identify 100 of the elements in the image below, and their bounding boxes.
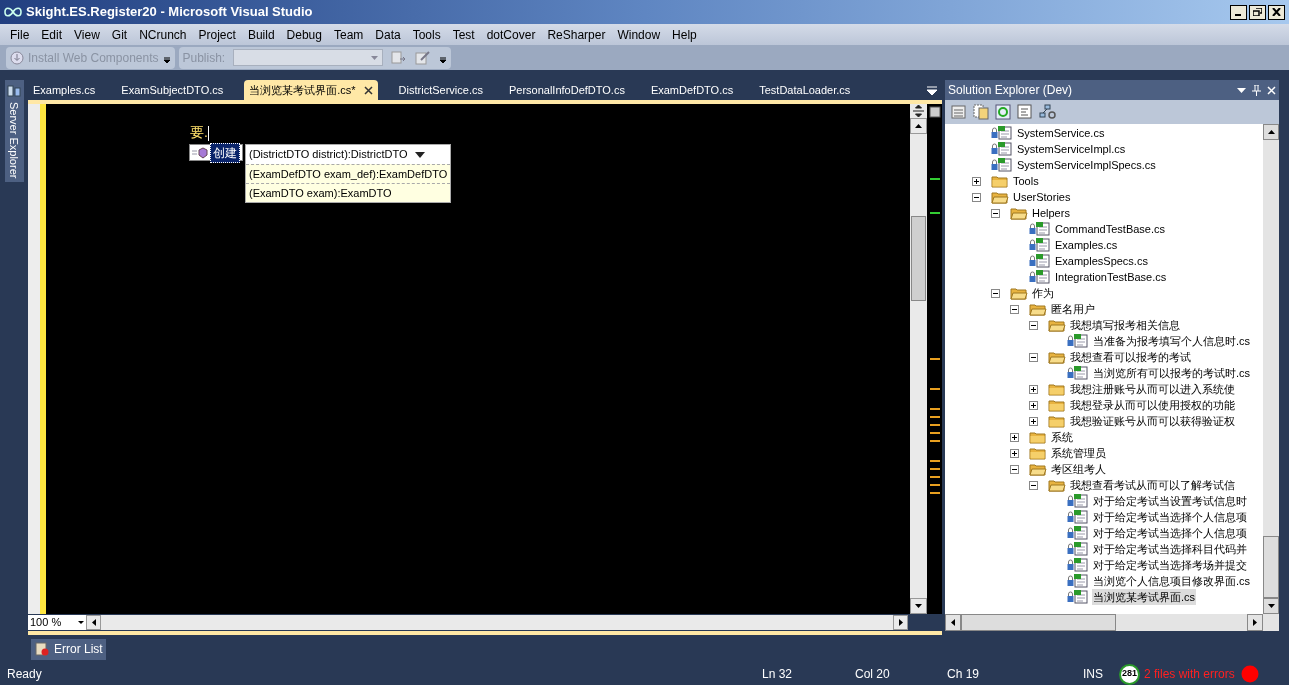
tree-file[interactable]: 对于给定考试当选择考场并提交 <box>1092 556 1248 574</box>
document-tab[interactable]: Examples.cs <box>28 80 101 100</box>
menu-item[interactable]: Tools <box>406 25 447 44</box>
error-status-icon[interactable] <box>1240 665 1259 683</box>
tree-file[interactable]: 当浏览个人信息项目修改界面.cs <box>1092 572 1252 590</box>
tree-folder[interactable]: 考区组考人 <box>1051 460 1106 478</box>
vertical-scrollbar[interactable] <box>910 104 927 614</box>
menu-item[interactable]: Team <box>327 25 370 44</box>
view-code-icon[interactable] <box>1017 104 1033 120</box>
edit-icon[interactable] <box>415 49 432 66</box>
class-diagram-icon[interactable] <box>1039 104 1057 120</box>
tree-file[interactable]: Examples.cs <box>1054 236 1119 254</box>
scroll-up-button[interactable] <box>1263 124 1279 140</box>
scroll-right-button[interactable] <box>893 615 908 630</box>
expand-icon[interactable] <box>1029 400 1038 410</box>
code-editor[interactable]: 要. 创建 (DistrictDTO district):DistrictDTO (ExamDefDTO exam_def):ExamDefDTO (ExamDTO exam):ExamDTO <box>28 104 942 614</box>
document-tab[interactable]: PersonalInfoDefDTO.cs <box>503 80 630 100</box>
tree-folder[interactable]: 我想填写报考相关信息 <box>1070 316 1180 334</box>
tree-folder[interactable]: 作为 <box>1032 284 1054 302</box>
scroll-right-button[interactable] <box>1247 614 1263 631</box>
tree-file[interactable]: 对于给定考试当设置考试信息时 <box>1092 492 1248 510</box>
properties-icon[interactable] <box>951 104 967 120</box>
menu-item[interactable]: Test <box>446 25 481 44</box>
tree-folder[interactable]: UserStories <box>1013 188 1071 206</box>
collapse-icon[interactable] <box>991 288 1000 298</box>
menu-item[interactable]: Window <box>611 25 667 44</box>
tree-file[interactable]: 当浏览所有可以报考的考试时.cs <box>1092 364 1252 382</box>
menu-item[interactable]: Git <box>105 25 134 44</box>
overload-signature[interactable]: (ExamDefDTO exam_def):ExamDefDTO <box>246 164 451 183</box>
menu-item[interactable]: Project <box>192 25 242 44</box>
collapse-icon[interactable] <box>991 208 1000 218</box>
collapse-icon[interactable] <box>1010 304 1019 314</box>
tree-file[interactable]: 当准备为报考填写个人信息时.cs <box>1092 332 1252 350</box>
tree-file[interactable]: CommandTestBase.cs <box>1054 220 1167 238</box>
tree-folder[interactable]: 我想验证账号从而可以获得验证权 <box>1070 412 1235 430</box>
tree-folder[interactable]: 我想登录从而可以使用授权的功能 <box>1070 396 1235 414</box>
expand-icon[interactable] <box>1010 448 1019 458</box>
tree-folder[interactable]: Helpers <box>1032 204 1070 222</box>
document-tab[interactable]: ExamDefDTO.cs <box>645 80 739 100</box>
scrollbar-thumb[interactable] <box>961 614 1116 631</box>
tree-file[interactable]: 对于给定考试当选择个人信息项 <box>1092 508 1248 526</box>
refresh-icon[interactable] <box>995 104 1011 120</box>
tree-file[interactable]: IntegrationTestBase.cs <box>1054 268 1168 286</box>
error-list-tab[interactable]: Error List <box>31 638 106 660</box>
pin-icon[interactable] <box>1252 84 1261 96</box>
tree-file[interactable]: ExamplesSpecs.cs <box>1054 252 1149 270</box>
tab-list-icon[interactable] <box>927 86 937 95</box>
scroll-down-button[interactable] <box>1263 598 1279 614</box>
dropdown-arrow-icon[interactable] <box>1237 87 1246 93</box>
minimize-button[interactable] <box>1230 4 1247 20</box>
tree-folder[interactable]: 我想查看可以报考的考试 <box>1070 348 1191 366</box>
tree-folder[interactable]: Tools <box>1013 172 1039 190</box>
overload-signature[interactable]: (ExamDTO exam):ExamDTO <box>246 183 451 202</box>
menu-item[interactable]: Build <box>241 25 281 44</box>
expand-icon[interactable] <box>1029 384 1038 394</box>
collapse-icon[interactable] <box>1029 320 1038 330</box>
tree-folder[interactable]: 我想查看考试从而可以了解考试信 <box>1070 476 1235 494</box>
zoom-dropdown[interactable]: 100 % <box>28 615 86 630</box>
tree-file[interactable]: SystemServiceImpl.cs <box>1016 140 1127 158</box>
collapse-icon[interactable] <box>1010 464 1019 474</box>
server-explorer-tab[interactable]: Server Explorer <box>4 80 24 183</box>
split-icon[interactable] <box>910 104 927 118</box>
document-tab[interactable]: DistrictService.cs <box>393 80 488 100</box>
tree-file[interactable]: SystemService.cs <box>1016 124 1106 142</box>
expand-icon[interactable] <box>972 176 981 186</box>
expand-icon[interactable] <box>1029 416 1038 426</box>
close-button[interactable] <box>1268 4 1285 20</box>
show-all-files-icon[interactable] <box>973 104 989 120</box>
doc-icon[interactable] <box>928 106 941 118</box>
menu-item[interactable]: View <box>68 25 106 44</box>
tree-file[interactable]: 当浏览某考试界面.cs <box>1092 588 1197 606</box>
tree-file[interactable]: SystemServiceImplSpecs.cs <box>1016 156 1157 174</box>
horizontal-scrollbar[interactable] <box>945 614 1279 631</box>
tree-folder[interactable]: 我想注册账号从而可以进入系统使 <box>1070 380 1235 398</box>
menu-item[interactable]: File <box>4 25 36 44</box>
document-tab[interactable]: TestDataLoader.cs <box>754 80 856 100</box>
scroll-left-button[interactable] <box>86 615 101 630</box>
collapse-icon[interactable] <box>972 192 981 202</box>
document-tab[interactable]: ExamSubjectDTO.cs <box>116 80 229 100</box>
completion-item[interactable]: 创建 <box>189 144 243 161</box>
restore-button[interactable] <box>1249 4 1266 20</box>
close-icon[interactable] <box>363 85 373 95</box>
collapse-icon[interactable] <box>1029 480 1038 490</box>
dropdown-arrow-icon[interactable] <box>415 150 426 159</box>
vertical-scrollbar[interactable] <box>1263 124 1279 614</box>
tree-folder[interactable]: 系统管理员 <box>1051 444 1106 462</box>
expand-icon[interactable] <box>1010 432 1019 442</box>
tree-file[interactable]: 对于给定考试当选择科目代码并 <box>1092 540 1248 558</box>
scroll-up-button[interactable] <box>910 118 927 134</box>
scrollbar-thumb[interactable] <box>911 216 926 301</box>
tree-folder[interactable]: 系统 <box>1051 428 1073 446</box>
menu-item[interactable]: Edit <box>35 25 69 44</box>
menu-item[interactable]: NCrunch <box>133 25 193 44</box>
tree-folder[interactable]: 匿名用户 <box>1051 300 1095 318</box>
scroll-left-button[interactable] <box>945 614 961 631</box>
menu-item[interactable]: Debug <box>280 25 328 44</box>
tree-file[interactable]: 对于给定考试当选择个人信息项 <box>1092 524 1248 542</box>
overload-signature[interactable]: (DistrictDTO district):DistrictDTO <box>246 145 451 164</box>
horizontal-scrollbar[interactable] <box>86 615 908 630</box>
menu-item[interactable]: ReSharper <box>541 25 612 44</box>
